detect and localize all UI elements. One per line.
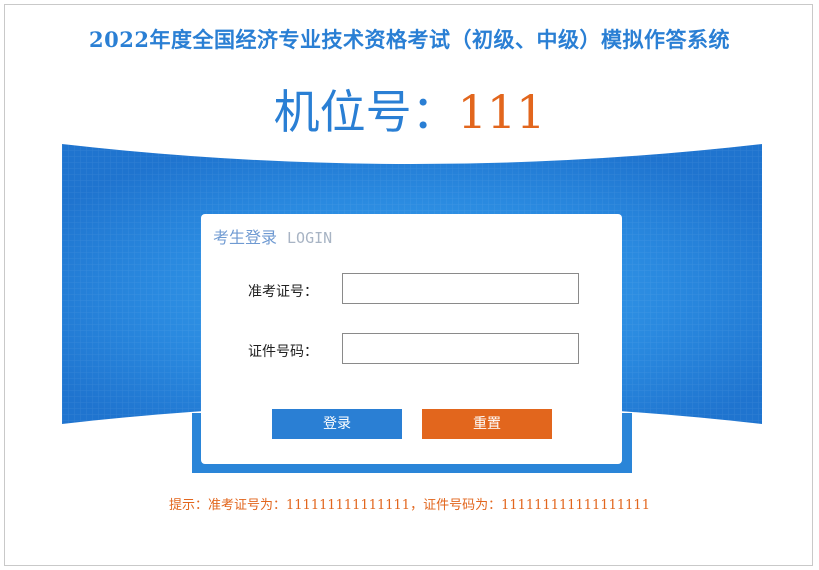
login-heading-en: LOGIN bbox=[287, 229, 333, 247]
id-number-label: 证件号码： bbox=[248, 344, 318, 360]
login-heading: 考生登录 LOGIN bbox=[213, 224, 332, 248]
login-panel: 考生登录 LOGIN 准考证号： 证件号码： 登录 重置 bbox=[201, 214, 622, 464]
admission-number-label: 准考证号： bbox=[248, 284, 318, 300]
login-hint: 提示：准考证号为：111111111111111，证件号码为：111111111… bbox=[169, 498, 650, 513]
machine-number-value: 111 bbox=[457, 85, 546, 139]
page-title: 2022年度全国经济专业技术资格考试（初级、中级）模拟作答系统 bbox=[89, 27, 730, 52]
machine-number-label: 机位号： bbox=[273, 85, 458, 139]
machine-number-display: 机位号：111 bbox=[0, 82, 819, 142]
reset-button[interactable]: 重置 bbox=[422, 409, 552, 439]
id-number-input[interactable] bbox=[342, 333, 579, 364]
admission-number-input[interactable] bbox=[342, 273, 579, 304]
login-heading-cn: 考生登录 bbox=[213, 228, 278, 247]
login-button[interactable]: 登录 bbox=[272, 409, 402, 439]
